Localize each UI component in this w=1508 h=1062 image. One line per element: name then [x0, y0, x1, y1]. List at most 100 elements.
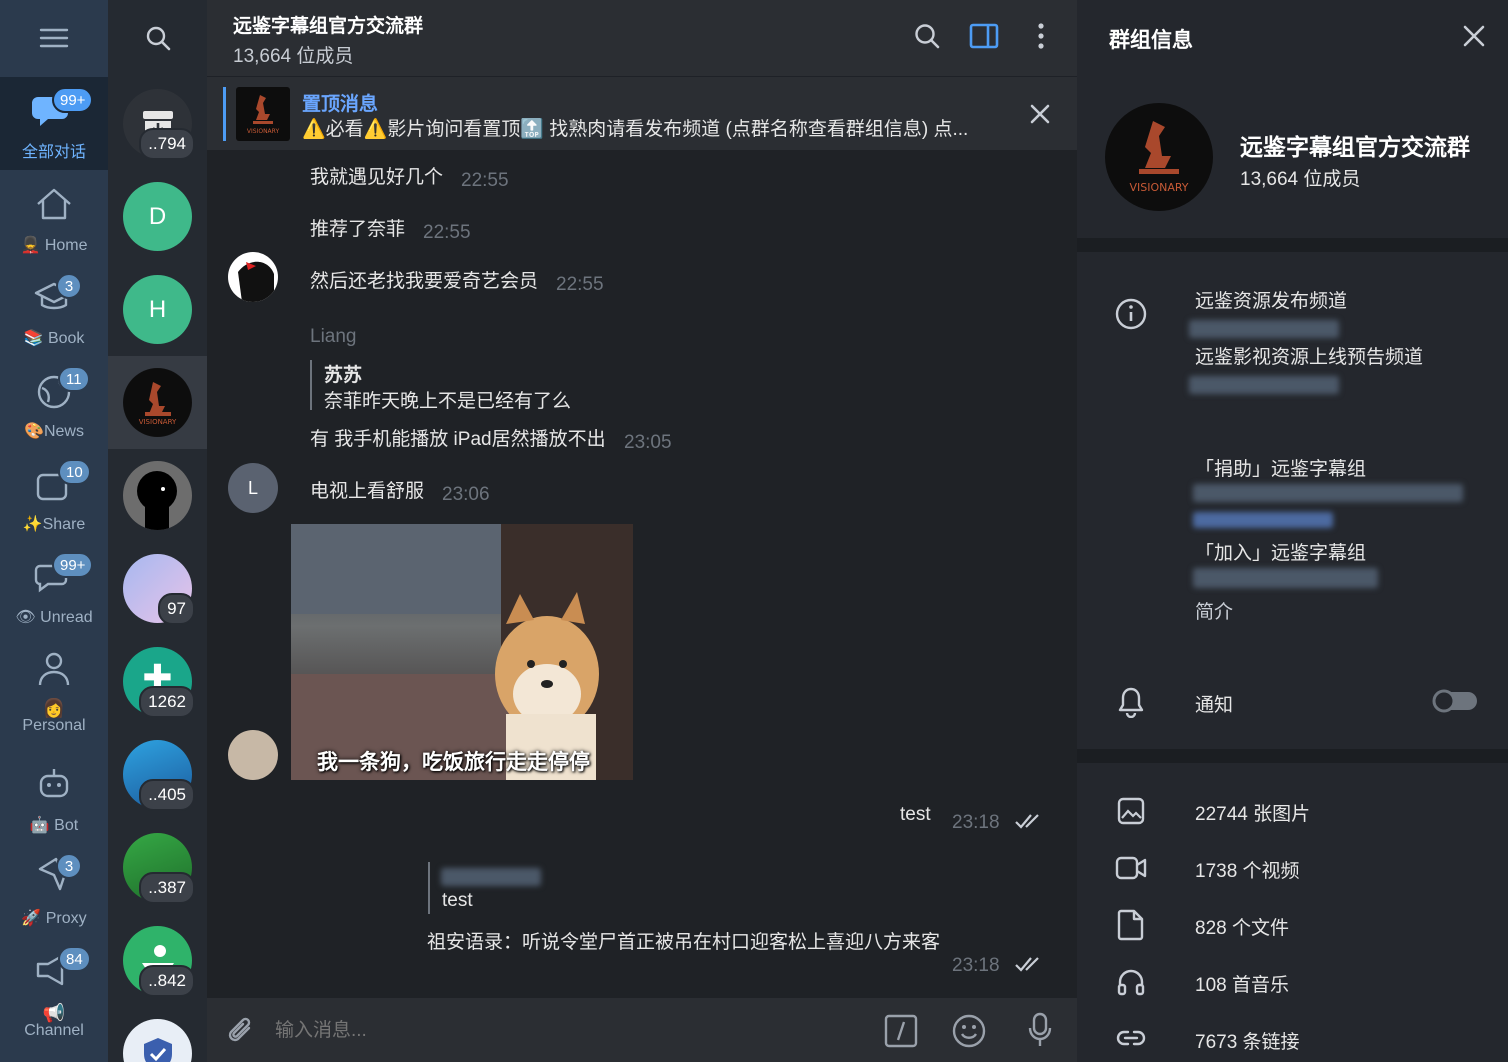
reply-author[interactable]: 苏苏: [324, 360, 362, 387]
folder-news[interactable]: 11 🎨News: [0, 356, 108, 449]
divider: [1077, 238, 1508, 252]
folder-channel[interactable]: 84 📢 Channel: [0, 936, 108, 1048]
reply-bar: [428, 862, 430, 914]
dog-meme-image[interactable]: 我一条狗，吃饭旅行走走停停: [291, 524, 633, 780]
media-count-label: 22744 张图片: [1195, 804, 1311, 825]
redacted-link[interactable]: [1193, 512, 1333, 528]
notifications-toggle[interactable]: [1432, 688, 1478, 714]
chat-item[interactable]: D: [108, 170, 207, 263]
chat-badge: ..387: [139, 872, 195, 904]
message-list[interactable]: 我就遇见好几个 22:55 推荐了奈菲 22:55 然后还老找我要爱奇艺会员 2…: [207, 150, 1077, 998]
file-icon: [1117, 909, 1144, 941]
redacted-link[interactable]: [1189, 320, 1339, 338]
message-input[interactable]: [273, 1010, 837, 1052]
media-links-row[interactable]: 7673 条链接: [1077, 1013, 1508, 1062]
folder-label: Personal: [22, 717, 86, 734]
voice-record-button[interactable]: [1027, 1012, 1053, 1053]
chat-item-archive[interactable]: ..794: [108, 77, 207, 170]
toggle-switch-icon: [1432, 689, 1477, 713]
message-sender[interactable]: Liang: [310, 326, 357, 348]
message-text: 然后还老找我要爱奇艺会员: [310, 271, 539, 292]
redacted-link[interactable]: [1193, 568, 1378, 588]
folder-badge: 84: [58, 946, 91, 972]
unpin-button[interactable]: [1029, 103, 1051, 130]
redacted-link[interactable]: [1189, 376, 1339, 394]
close-panel-button[interactable]: [1463, 25, 1485, 52]
chat-item[interactable]: ..405: [108, 728, 207, 821]
emoji-button[interactable]: [952, 1014, 986, 1053]
media-files-row[interactable]: 828 个文件: [1077, 899, 1508, 951]
media-photos-row[interactable]: 22744 张图片: [1077, 785, 1508, 837]
pinned-accent-bar: [223, 87, 226, 141]
message-text: 有 我手机能播放 iPad居然播放不出: [310, 429, 606, 450]
chat-item[interactable]: ..842: [108, 914, 207, 1007]
smile-icon: [952, 1014, 986, 1048]
menu-button[interactable]: [0, 0, 108, 76]
chat-main: 远鉴字幕组官方交流群 13,664 位成员 VISIONARY 置顶消息 ⚠️必…: [207, 0, 1077, 1062]
message-time: 23:05: [624, 432, 672, 453]
bell-icon: [1118, 687, 1144, 718]
pinned-title: 置顶消息: [302, 94, 379, 115]
close-icon: [1030, 104, 1050, 124]
chat-title[interactable]: 远鉴字幕组官方交流群: [233, 11, 423, 38]
folder-personal[interactable]: 👩 Personal: [0, 635, 108, 743]
group-logo-avatar: VISIONARY: [123, 368, 192, 437]
reply-text[interactable]: test: [442, 890, 473, 912]
folder-badge: 10: [58, 459, 91, 485]
folder-all-chats[interactable]: 99+ 全部对话: [0, 77, 108, 170]
avatar[interactable]: [228, 730, 278, 780]
visionary-logo-icon: VISIONARY: [1129, 121, 1189, 194]
reply-text[interactable]: 奈菲昨天晚上不是已经有了么: [324, 386, 571, 413]
folder-badge: 3: [56, 273, 82, 299]
media-count-label: 108 首音乐: [1195, 975, 1289, 996]
search-chat-button[interactable]: [913, 22, 941, 55]
folder-badge: 11: [58, 366, 90, 392]
chat-item[interactable]: H: [108, 263, 207, 356]
slash-command-icon: [884, 1014, 918, 1048]
redacted-link[interactable]: [1193, 484, 1463, 502]
folder-book[interactable]: 3 📚 Book: [0, 263, 108, 356]
description-line: 「捐助」远鉴字幕组: [1195, 459, 1367, 480]
folder-unread[interactable]: 99+ 👁 Unread: [0, 542, 108, 635]
pinned-message-bar[interactable]: VISIONARY 置顶消息 ⚠️必看⚠️影片询问看置顶🔝 找熟肉请看发布频道 …: [207, 76, 1077, 151]
folder-proxy[interactable]: 3 🚀 Proxy: [0, 843, 108, 936]
video-icon: [1115, 856, 1147, 880]
message-time: 23:06: [442, 484, 490, 505]
avatar[interactable]: [228, 252, 278, 302]
attach-button[interactable]: [225, 1014, 257, 1053]
chat-item[interactable]: 97: [108, 542, 207, 635]
info-icon: [1115, 298, 1147, 330]
chat-item[interactable]: ✚ 1262: [108, 635, 207, 728]
folder-label: 💂 Home: [20, 237, 88, 254]
toggle-info-panel-button[interactable]: [969, 22, 999, 55]
chat-badge: 1262: [139, 686, 195, 718]
search-icon: [146, 26, 170, 51]
avatar[interactable]: L: [228, 463, 278, 513]
chat-item[interactable]: ..387: [108, 821, 207, 914]
media-count-label: 7673 条链接: [1195, 1032, 1300, 1053]
media-music-row[interactable]: 108 首音乐: [1077, 956, 1508, 1008]
read-check-icon: [1015, 957, 1039, 972]
bot-commands-button[interactable]: [884, 1014, 918, 1053]
message-time: 23:18: [952, 812, 1000, 833]
group-name: 远鉴字幕组官方交流群: [1240, 134, 1470, 160]
svg-text:VISIONARY: VISIONARY: [139, 418, 177, 426]
silhouette-icon: [137, 471, 177, 530]
chat-item[interactable]: [108, 449, 207, 542]
chat-item[interactable]: [108, 1007, 207, 1062]
search-button[interactable]: [108, 0, 207, 76]
chat-header[interactable]: 远鉴字幕组官方交流群 13,664 位成员: [207, 0, 1077, 76]
folder-bot[interactable]: 🤖 Bot: [0, 750, 108, 843]
media-videos-row[interactable]: 1738 个视频: [1077, 842, 1508, 894]
folder-share[interactable]: 10 ✨Share: [0, 449, 108, 542]
message-composer: [207, 998, 1077, 1062]
link-icon: [1116, 1030, 1146, 1046]
close-icon: [1463, 25, 1485, 47]
chat-item-selected[interactable]: VISIONARY: [108, 356, 207, 449]
chat-badge: ..842: [139, 965, 195, 997]
microphone-icon: [1028, 1012, 1052, 1046]
avatar: H: [123, 275, 192, 344]
group-avatar[interactable]: VISIONARY: [1105, 103, 1213, 211]
folder-home[interactable]: 💂 Home: [0, 170, 108, 263]
more-menu-button[interactable]: [1033, 22, 1049, 55]
